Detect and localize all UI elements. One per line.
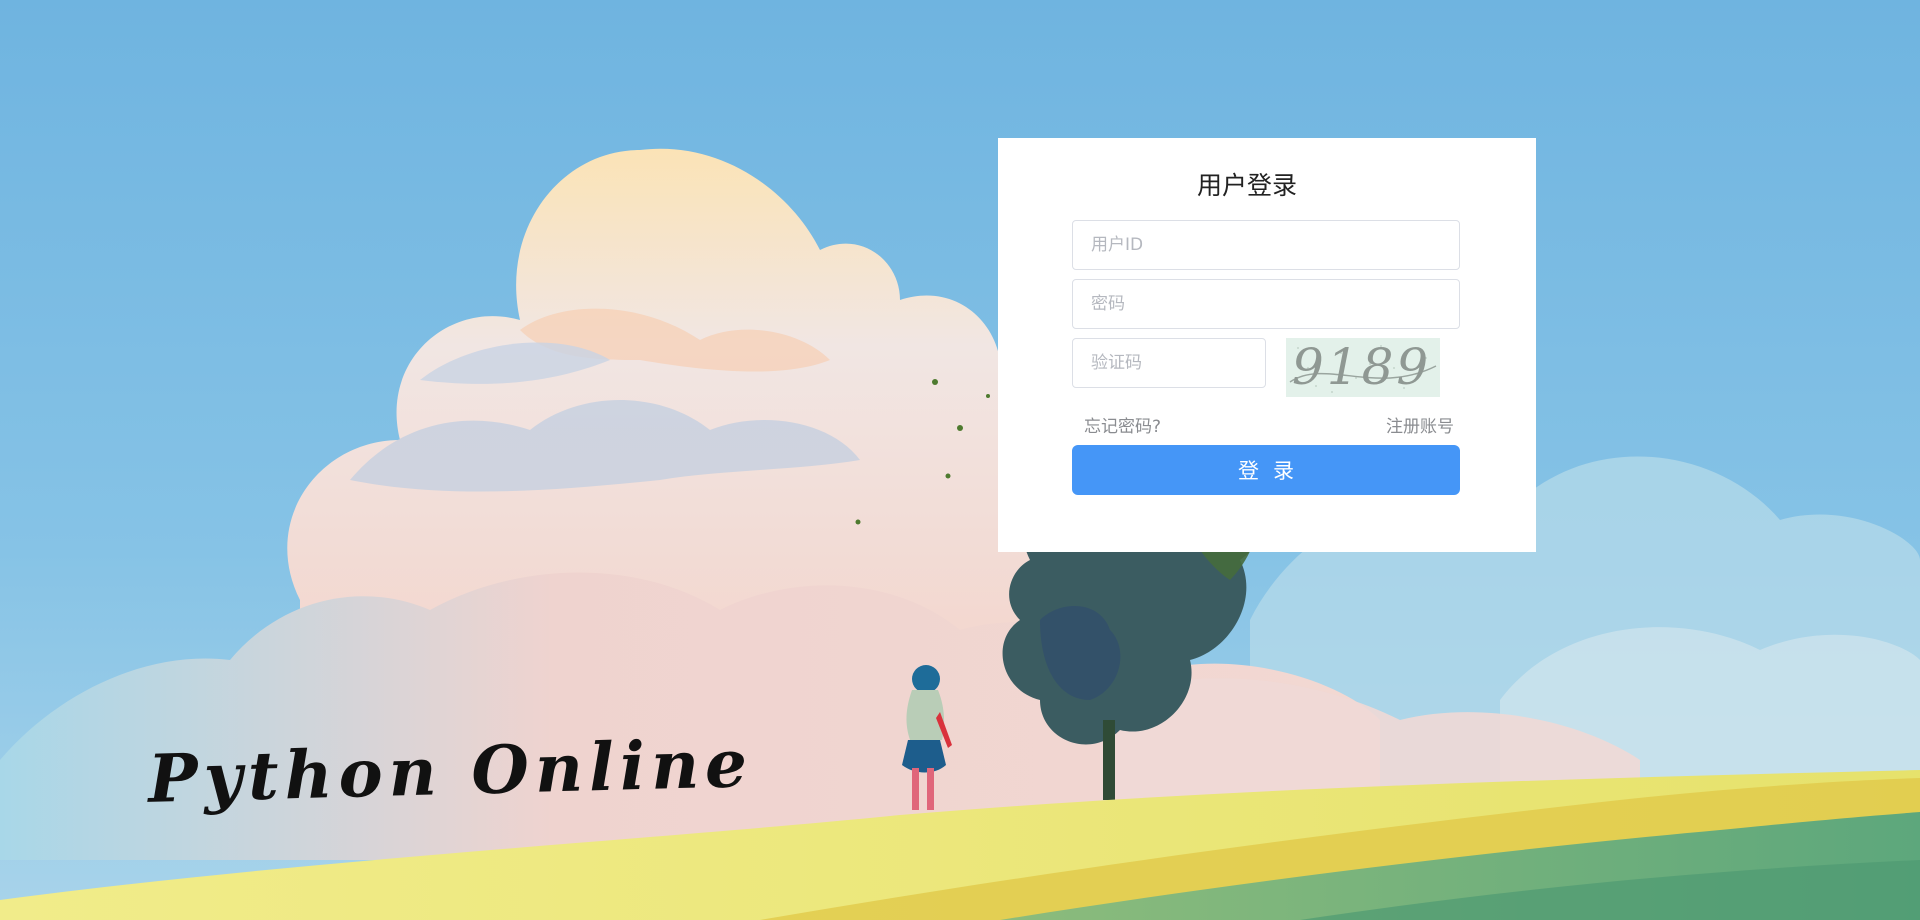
login-title: 用户登录	[1196, 171, 1297, 200]
login-card: 用户登录 9189 忘记密码? 注册账号 登录	[998, 138, 1536, 552]
login-page: Python Online 用户登录 9189 忘记密码? 注册账号 登录	[0, 0, 1920, 920]
password-input[interactable]	[1072, 279, 1460, 329]
login-button[interactable]: 登录	[1072, 445, 1460, 495]
forgot-password-link[interactable]: 忘记密码?	[1084, 412, 1161, 437]
register-link[interactable]: 注册账号	[1358, 412, 1454, 437]
user-id-input[interactable]	[1072, 220, 1460, 270]
captcha-code: 9189	[1292, 338, 1432, 396]
captcha-image[interactable]: 9189	[1286, 338, 1440, 397]
captcha-input[interactable]	[1072, 338, 1266, 388]
brand-wordmark: Python Online	[147, 724, 754, 818]
